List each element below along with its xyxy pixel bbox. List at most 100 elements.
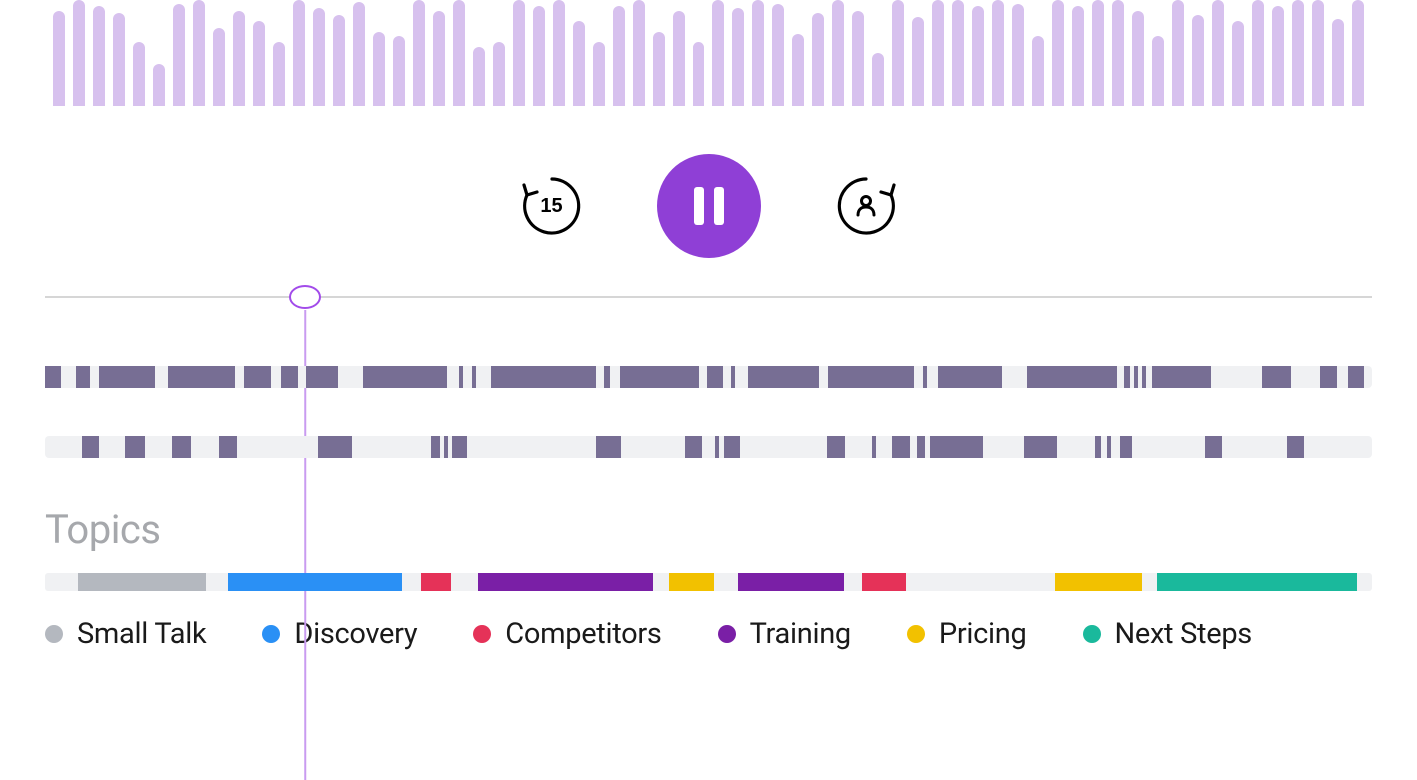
topic-segment-pricing[interactable] <box>669 573 714 591</box>
speech-segment[interactable] <box>1262 366 1291 388</box>
waveform-bar <box>373 32 385 106</box>
speech-segment[interactable] <box>452 436 467 458</box>
speech-segment[interactable] <box>472 366 476 388</box>
playhead-handle[interactable] <box>289 285 321 309</box>
speaker-1-track[interactable] <box>45 366 1372 388</box>
legend-item-next_steps[interactable]: Next Steps <box>1083 617 1252 651</box>
speech-segment[interactable] <box>1107 436 1111 458</box>
topic-segment-training[interactable] <box>738 573 844 591</box>
speech-segment[interactable] <box>491 366 596 388</box>
waveform-bar <box>313 8 325 106</box>
speech-segment[interactable] <box>82 436 99 458</box>
speech-segment[interactable] <box>1205 436 1222 458</box>
waveform-bar <box>1272 6 1284 106</box>
speech-segment[interactable] <box>1095 436 1102 458</box>
speech-segment[interactable] <box>724 436 740 458</box>
speech-segment[interactable] <box>748 366 818 388</box>
speech-segment[interactable] <box>923 366 927 388</box>
waveform-bar <box>1312 0 1324 106</box>
waveform-bar <box>812 13 824 106</box>
speech-segment[interactable] <box>219 436 238 458</box>
speech-segment[interactable] <box>431 436 440 458</box>
speech-segment[interactable] <box>318 436 351 458</box>
speech-segment[interactable] <box>930 436 983 458</box>
speech-segment[interactable] <box>281 366 298 388</box>
speech-segment[interactable] <box>363 366 447 388</box>
topic-segment-competitors[interactable] <box>421 573 452 591</box>
speech-segment[interactable] <box>1134 366 1138 388</box>
speech-segment[interactable] <box>1348 366 1364 388</box>
waveform-bar <box>1112 0 1124 106</box>
speech-segment[interactable] <box>76 366 91 388</box>
speech-segment[interactable] <box>596 436 621 458</box>
rewind-15-button[interactable]: 15 <box>517 171 587 241</box>
speech-segment[interactable] <box>731 366 735 388</box>
waveform-bar <box>173 4 185 106</box>
speech-segment[interactable] <box>1024 436 1057 458</box>
waveform-bar <box>1352 0 1364 106</box>
topic-segment-next_steps[interactable] <box>1157 573 1357 591</box>
waveform-bar <box>792 34 804 106</box>
speech-segment[interactable] <box>1124 366 1131 388</box>
speech-segment[interactable] <box>685 436 702 458</box>
speech-segment[interactable] <box>1320 366 1337 388</box>
pause-button[interactable] <box>657 154 761 258</box>
legend-item-competitors[interactable]: Competitors <box>473 617 661 651</box>
speech-segment[interactable] <box>1142 366 1146 388</box>
waveform-bar <box>473 47 485 106</box>
speech-segment[interactable] <box>244 366 271 388</box>
rewind-amount-label: 15 <box>540 195 562 218</box>
legend-item-discovery[interactable]: Discovery <box>262 617 417 651</box>
waveform[interactable] <box>53 0 1364 106</box>
waveform-bar <box>513 0 525 106</box>
waveform-bar <box>93 6 105 106</box>
topic-segment-small_talk[interactable] <box>78 573 205 591</box>
speech-segment[interactable] <box>892 436 911 458</box>
speech-segment[interactable] <box>827 436 846 458</box>
speech-segment[interactable] <box>938 366 1002 388</box>
speech-segment[interactable] <box>1152 366 1212 388</box>
legend-item-training[interactable]: Training <box>718 617 851 651</box>
speech-segment[interactable] <box>715 436 719 458</box>
waveform-bar <box>832 0 844 106</box>
speech-segment[interactable] <box>1027 366 1117 388</box>
legend-label: Small Talk <box>77 617 206 651</box>
speech-segment[interactable] <box>604 366 611 388</box>
scrub-timeline[interactable] <box>45 296 1372 298</box>
speech-segment[interactable] <box>707 366 723 388</box>
speech-segment[interactable] <box>459 366 463 388</box>
legend-dot <box>262 625 280 643</box>
speech-segment[interactable] <box>828 366 914 388</box>
waveform-bar <box>413 0 425 106</box>
topic-segment-training[interactable] <box>478 573 653 591</box>
topics-timeline[interactable] <box>45 573 1372 591</box>
speech-segment[interactable] <box>1120 436 1132 458</box>
topic-segment-pricing[interactable] <box>1055 573 1143 591</box>
topics-heading: Topics <box>45 506 1372 553</box>
speech-segment[interactable] <box>444 436 448 458</box>
speech-segment[interactable] <box>172 436 191 458</box>
speaker-2-track[interactable] <box>45 436 1372 458</box>
legend-item-pricing[interactable]: Pricing <box>907 617 1027 651</box>
waveform-bar <box>1212 0 1224 106</box>
speech-segment[interactable] <box>168 366 234 388</box>
waveform-bar <box>932 0 944 106</box>
topic-segment-discovery[interactable] <box>228 573 402 591</box>
speech-segment[interactable] <box>306 366 338 388</box>
skip-to-next-speaker-button[interactable] <box>831 171 901 241</box>
speech-segment[interactable] <box>620 366 700 388</box>
legend-item-small_talk[interactable]: Small Talk <box>45 617 206 651</box>
speech-segment[interactable] <box>45 366 61 388</box>
speech-segment[interactable] <box>125 436 145 458</box>
waveform-bar <box>573 21 585 106</box>
waveform-bar <box>992 0 1004 106</box>
topic-segment-competitors[interactable] <box>862 573 906 591</box>
speech-segment[interactable] <box>872 436 876 458</box>
speech-segment[interactable] <box>1287 436 1304 458</box>
speech-segment[interactable] <box>917 436 925 458</box>
speaker-tracks <box>45 366 1372 458</box>
waveform-bar <box>233 11 245 106</box>
waveform-bar <box>712 0 724 106</box>
waveform-bar <box>872 53 884 106</box>
speech-segment[interactable] <box>99 366 155 388</box>
